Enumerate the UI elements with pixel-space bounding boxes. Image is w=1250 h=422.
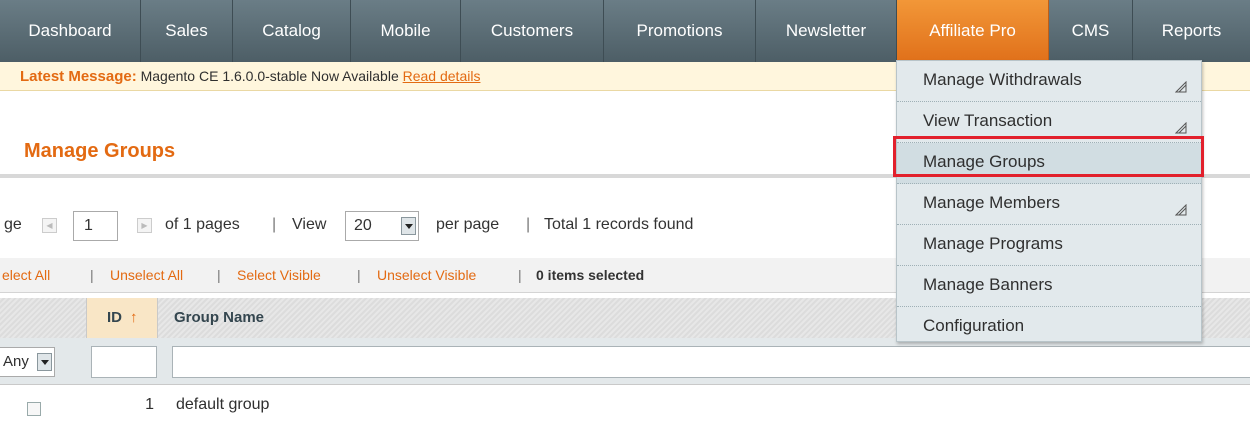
nav-reports[interactable]: Reports xyxy=(1133,0,1250,62)
massaction-filter-select[interactable]: Any xyxy=(0,347,55,377)
nav-affiliate-pro[interactable]: Affiliate Pro xyxy=(897,0,1049,62)
latest-message-label: Latest Message: xyxy=(20,68,137,85)
affiliate-pro-menu: Manage Withdrawals View Transaction Mana… xyxy=(896,60,1202,342)
filter-any-value: Any xyxy=(3,353,29,370)
next-page-icon[interactable]: ▶ xyxy=(137,218,152,233)
menu-item-label: Manage Members xyxy=(923,193,1061,212)
pager-prefix: ge xyxy=(4,216,22,233)
total-pages-text: of 1 pages xyxy=(165,216,240,233)
nav-dashboard[interactable]: Dashboard xyxy=(0,0,141,62)
menu-item-manage-programs[interactable]: Manage Programs xyxy=(897,225,1201,266)
menu-item-manage-members[interactable]: Manage Members xyxy=(897,184,1201,225)
page-number-input[interactable]: 1 xyxy=(73,211,118,241)
select-visible-link[interactable]: Select Visible xyxy=(237,258,321,292)
latest-message-text: Magento CE 1.6.0.0-stable Now Available xyxy=(140,68,399,84)
submenu-indicator-icon xyxy=(1175,204,1187,216)
prev-page-icon[interactable]: ◀ xyxy=(42,218,57,233)
massaction-separator: | xyxy=(90,267,94,283)
nav-sales[interactable]: Sales xyxy=(141,0,233,62)
page-title: Manage Groups xyxy=(24,140,176,162)
id-column-header[interactable]: ID ↑ xyxy=(86,298,158,338)
massaction-separator: | xyxy=(357,267,361,283)
nav-mobile[interactable]: Mobile xyxy=(351,0,461,62)
total-records-text: Total 1 records found xyxy=(544,216,694,233)
highlight-box xyxy=(893,136,1204,177)
pager-separator: | xyxy=(272,216,277,233)
unselect-visible-link[interactable]: Unselect Visible xyxy=(377,258,476,292)
row-group-name: default group xyxy=(176,396,270,413)
menu-item-label: Configuration xyxy=(923,316,1025,335)
group-name-filter-input[interactable] xyxy=(172,346,1250,378)
submenu-indicator-icon xyxy=(1175,122,1187,134)
menu-item-manage-withdrawals[interactable]: Manage Withdrawals xyxy=(897,61,1201,102)
menu-item-manage-banners[interactable]: Manage Banners xyxy=(897,266,1201,307)
nav-newsletter[interactable]: Newsletter xyxy=(756,0,897,62)
top-nav: Dashboard Sales Catalog Mobile Customers… xyxy=(0,0,1250,63)
per-page-select[interactable]: 20 xyxy=(345,211,419,241)
menu-item-label: Manage Withdrawals xyxy=(923,70,1082,89)
read-details-link[interactable]: Read details xyxy=(403,68,481,84)
view-label: View xyxy=(292,216,327,233)
per-page-value: 20 xyxy=(354,217,372,234)
nav-customers[interactable]: Customers xyxy=(461,0,604,62)
chevron-down-icon xyxy=(401,217,416,235)
nav-cms[interactable]: CMS xyxy=(1049,0,1133,62)
pager-separator: | xyxy=(526,216,531,233)
unselect-all-link[interactable]: Unselect All xyxy=(110,258,183,292)
row-checkbox[interactable] xyxy=(27,402,41,416)
selected-count: 0 items selected xyxy=(536,267,645,283)
menu-item-label: View Transaction xyxy=(923,111,1053,130)
per-page-label: per page xyxy=(436,216,500,233)
submenu-indicator-icon xyxy=(1175,81,1187,93)
row-id: 1 xyxy=(145,396,154,413)
massaction-separator: | xyxy=(518,267,522,283)
sort-arrow-icon: ↑ xyxy=(130,309,138,326)
id-filter-input[interactable] xyxy=(91,346,157,378)
id-column-label: ID xyxy=(107,309,122,326)
massaction-separator: | xyxy=(217,267,221,283)
latest-message: Latest Message: Magento CE 1.6.0.0-stabl… xyxy=(20,62,480,91)
menu-item-configuration[interactable]: Configuration xyxy=(897,307,1201,348)
chevron-down-icon xyxy=(37,353,52,371)
table-row[interactable]: 1 default group xyxy=(0,385,1250,422)
select-all-link[interactable]: elect All xyxy=(2,258,50,292)
nav-catalog[interactable]: Catalog xyxy=(233,0,351,62)
menu-item-label: Manage Programs xyxy=(923,234,1063,253)
nav-promotions[interactable]: Promotions xyxy=(604,0,756,62)
menu-item-label: Manage Banners xyxy=(923,275,1053,294)
group-name-column-header[interactable]: Group Name xyxy=(174,298,264,338)
